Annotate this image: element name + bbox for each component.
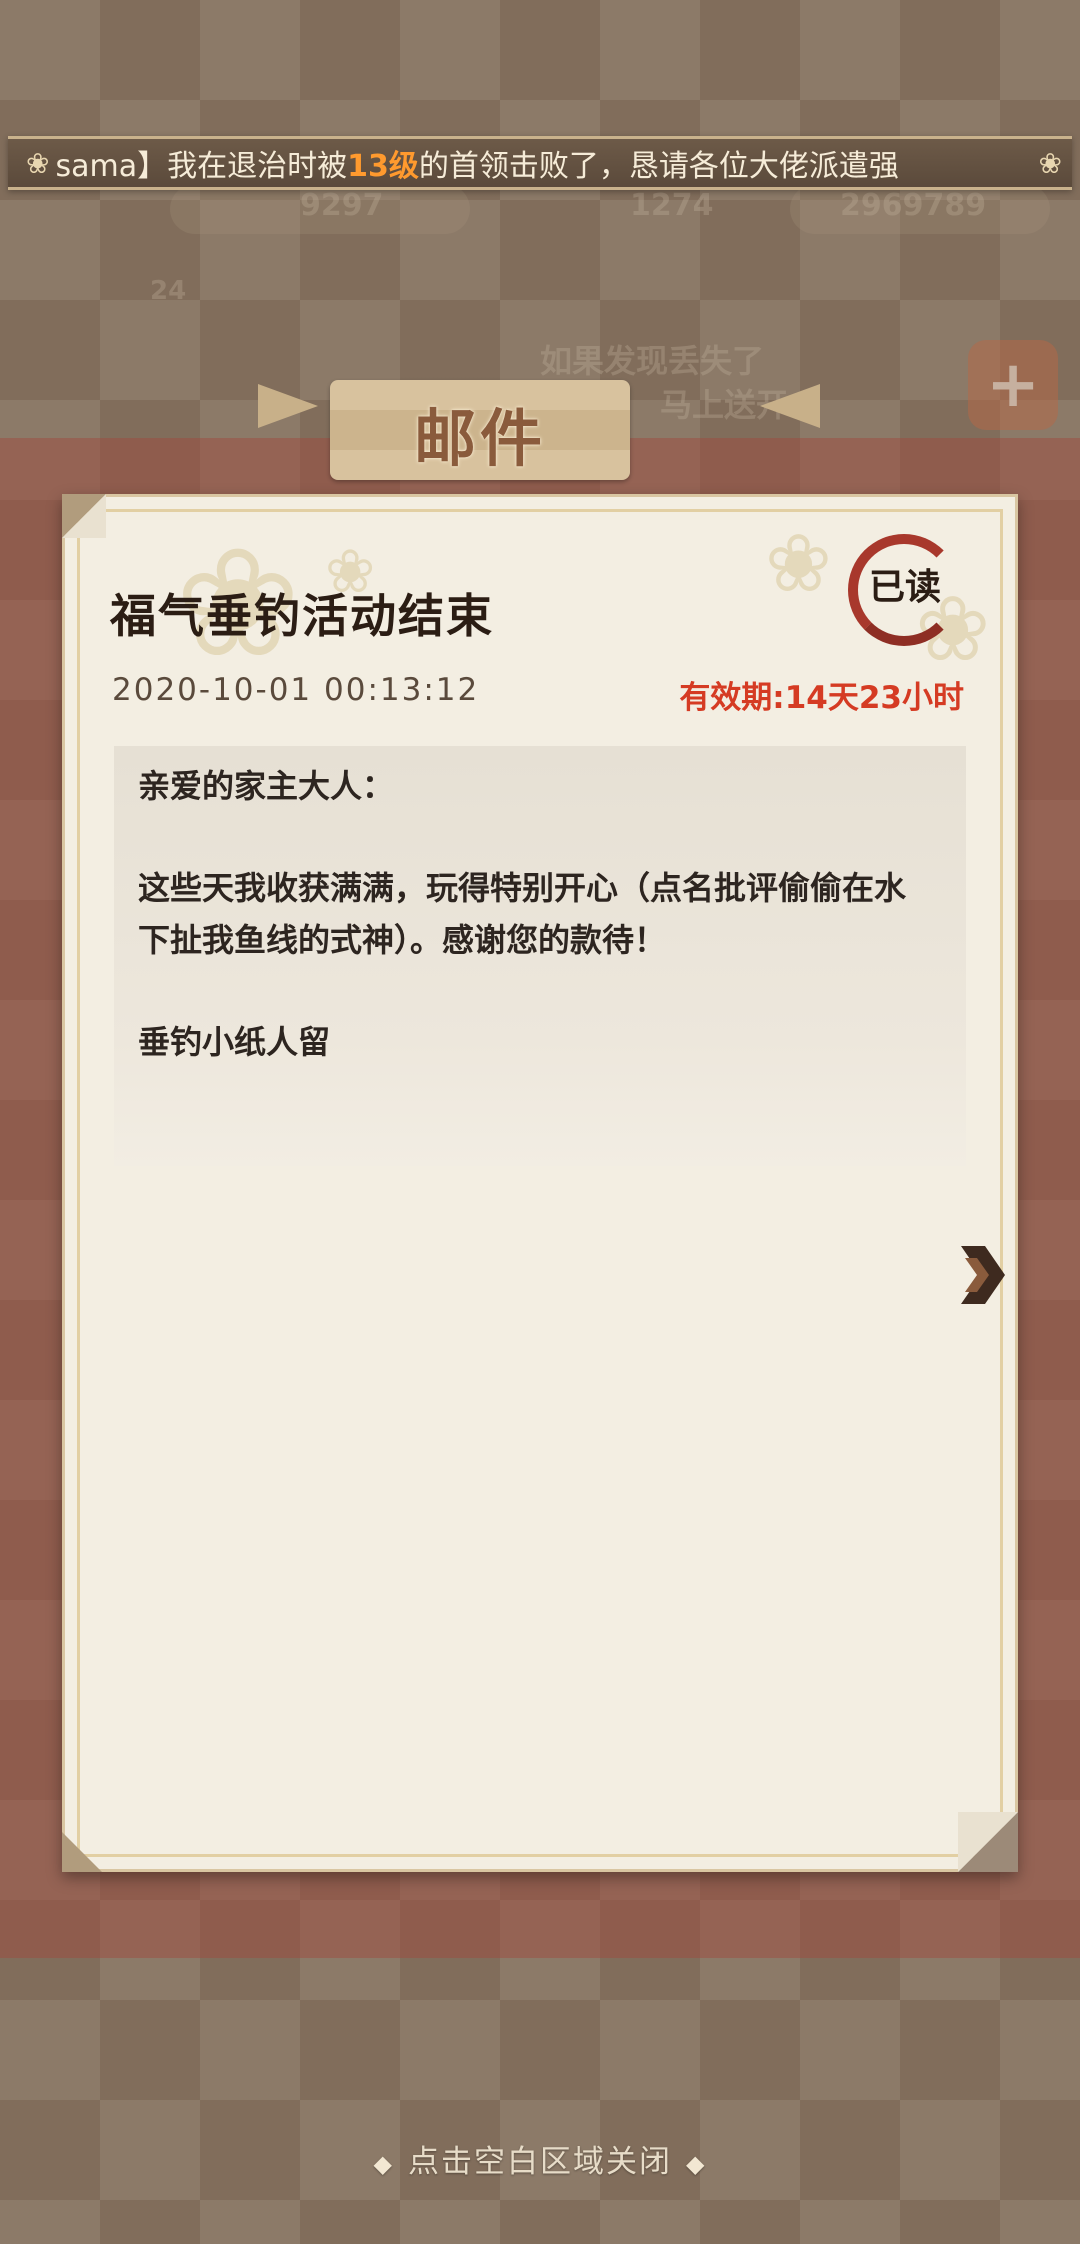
corner-fold [62,1832,102,1872]
diamond-icon: ◆ [373,2149,394,2178]
announcement-suffix: 的首领击败了，恳请各位大佬派遣强 [418,149,899,184]
announcement-banner: ❀ sama】我在退治时被13级的首领击败了，恳请各位大佬派遣强 ❀ [8,136,1072,190]
mail-title: 福气垂钓活动结束 [110,589,494,643]
close-hint-text: 点击空白区域关闭 [408,2144,672,2180]
announcement-text: sama】我在退治时被13级的首领击败了，恳请各位大佬派遣强 [55,141,1038,185]
mail-greeting: 亲爱的家主大人： [138,767,395,805]
panel-title-plate: 邮件 [330,380,630,480]
blossom-decoration: ❀ [765,517,833,610]
mail-body: 这些天我收获满满，玩得特别开心（点名批评偷偷在水下扯我鱼线的式神）。感谢您的款待… [138,869,907,959]
sakura-icon: ❀ [26,146,50,180]
corner-fold [958,1812,1018,1872]
mail-date: 2020-10-01 00:13:12 [112,672,480,708]
next-mail-button[interactable] [954,1240,1008,1310]
mail-expiry: 有效期:14天23小时 [679,680,964,716]
flag-left-decoration [258,384,318,428]
mail-content: 亲爱的家主大人： 这些天我收获满满，玩得特别开心（点名批评偷偷在水下扯我鱼线的式… [114,746,966,1166]
mail-signature: 垂钓小纸人留 [138,1023,331,1061]
corner-fold [62,494,106,538]
diamond-icon: ◆ [686,2149,707,2178]
chevron-right-icon [961,1246,1005,1304]
sakura-icon: ❀ [1038,146,1062,180]
close-hint[interactable]: ◆ 点击空白区域关闭 ◆ [0,2136,1080,2181]
flag-right-decoration [760,384,820,428]
read-status: 已读 [868,567,941,608]
panel-title: 邮件 [413,402,546,475]
announcement-prefix: sama】我在退治时被 [55,149,348,184]
announcement-highlight: 13级 [347,149,419,184]
